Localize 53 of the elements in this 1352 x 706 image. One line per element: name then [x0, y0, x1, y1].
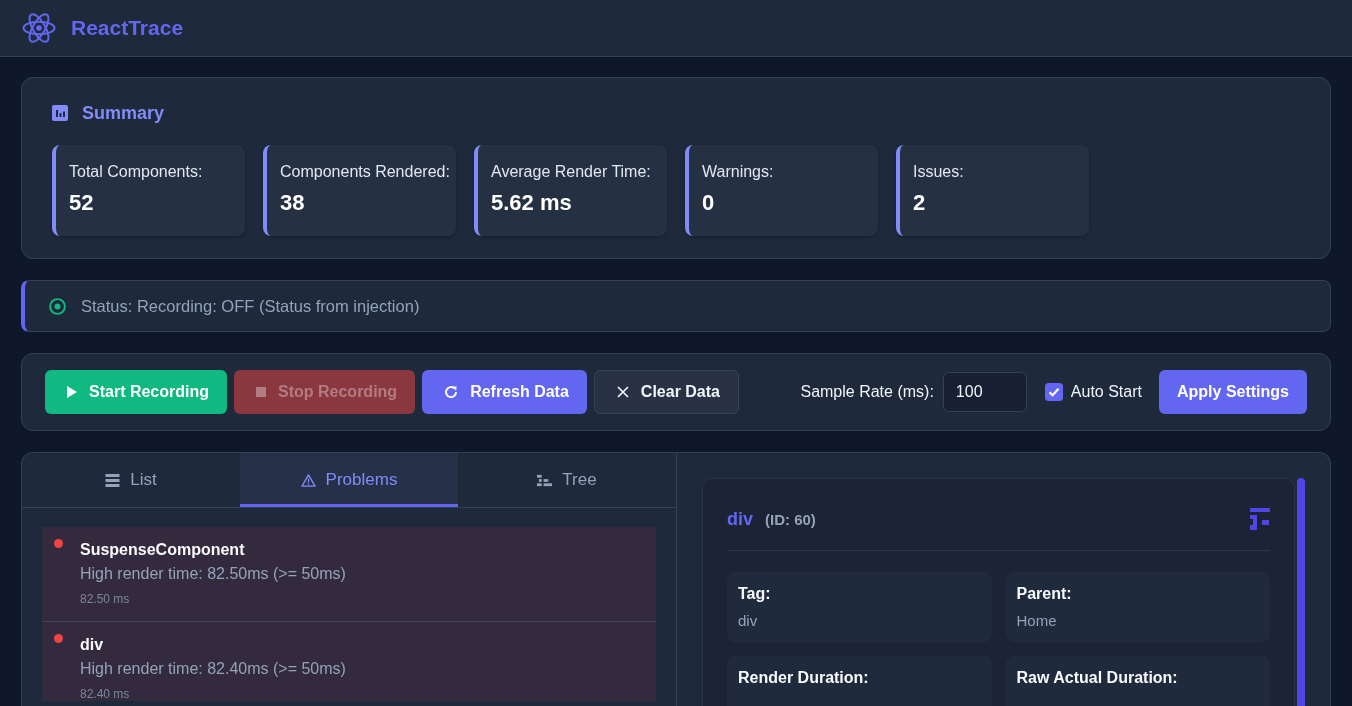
problem-message: High render time: 82.40ms (>= 50ms) [80, 659, 347, 679]
tree-tab[interactable]: Tree [458, 453, 676, 507]
section-title: Summary [82, 102, 165, 124]
refresh-button[interactable]: Refresh Data [422, 370, 587, 414]
component-id: (ID: 60) [765, 510, 816, 528]
field-value: Home [1016, 612, 1058, 630]
app-title: ReactTrace [71, 16, 184, 40]
target-icon [49, 297, 66, 315]
component-name: div [80, 636, 105, 654]
warning-icon [300, 473, 316, 487]
play-icon [67, 386, 77, 398]
duration-label: 82.40 ms [80, 687, 131, 701]
problem-item[interactable]: div High render time: 82.40ms (>= 50ms) 82.40 ms [42, 622, 656, 701]
field-label: Parent: [1016, 585, 1073, 603]
auto-start-label[interactable]: Auto Start [1070, 383, 1142, 401]
stat-label: Total Components: [69, 162, 204, 181]
scrollbar-thumb[interactable] [1297, 478, 1305, 706]
stat-label: Average Render Time: [491, 162, 652, 181]
error-dot-icon [54, 539, 63, 548]
stat-value: 5.62 ms [491, 190, 573, 216]
clear-button[interactable]: Clear Data [593, 370, 739, 414]
auto-start-checkbox[interactable] [1044, 383, 1063, 401]
component-name: SuspenseComponent [80, 541, 246, 559]
stat-label: Issues: [913, 162, 965, 181]
stat-value: 52 [69, 190, 95, 216]
error-dot-icon [54, 634, 63, 643]
problem-message: High render time: 82.50ms (>= 50ms) [80, 564, 347, 584]
apply-settings-button[interactable]: Apply Settings [1159, 370, 1307, 414]
stat-value: 2 [913, 190, 927, 216]
stat-label: Components Rendered: [280, 162, 448, 181]
component-title: div [727, 508, 753, 530]
field-label: Raw Actual Duration: [1016, 669, 1179, 687]
field-value: div [738, 612, 759, 630]
close-icon [616, 386, 629, 398]
list-icon [105, 473, 121, 487]
bar-chart-icon [52, 105, 68, 121]
field-label: Tag: [738, 585, 772, 603]
atom-icon [22, 11, 56, 45]
stat-value: 0 [702, 190, 716, 216]
stop-icon [256, 387, 266, 397]
tree-icon [537, 473, 553, 487]
status-text: Status: Recording: OFF (Status from injection) [81, 296, 420, 316]
field-label: Render Duration: [738, 669, 870, 687]
hierarchy-icon[interactable] [1250, 508, 1270, 530]
duration-label: 82.50 ms [80, 592, 131, 606]
problem-item[interactable]: SuspenseComponent High render time: 82.50ms (>= 50ms) 82.50 ms [42, 527, 656, 622]
sample-rate-field[interactable]: 100 [942, 372, 1027, 412]
list-tab[interactable]: List [22, 453, 240, 507]
problems-tab[interactable]: Problems [240, 453, 458, 507]
stat-value: 38 [280, 190, 306, 216]
stat-label: Warnings: [702, 162, 775, 181]
refresh-icon [444, 385, 459, 399]
sample-rate-label: Sample Rate (ms): [800, 383, 934, 401]
